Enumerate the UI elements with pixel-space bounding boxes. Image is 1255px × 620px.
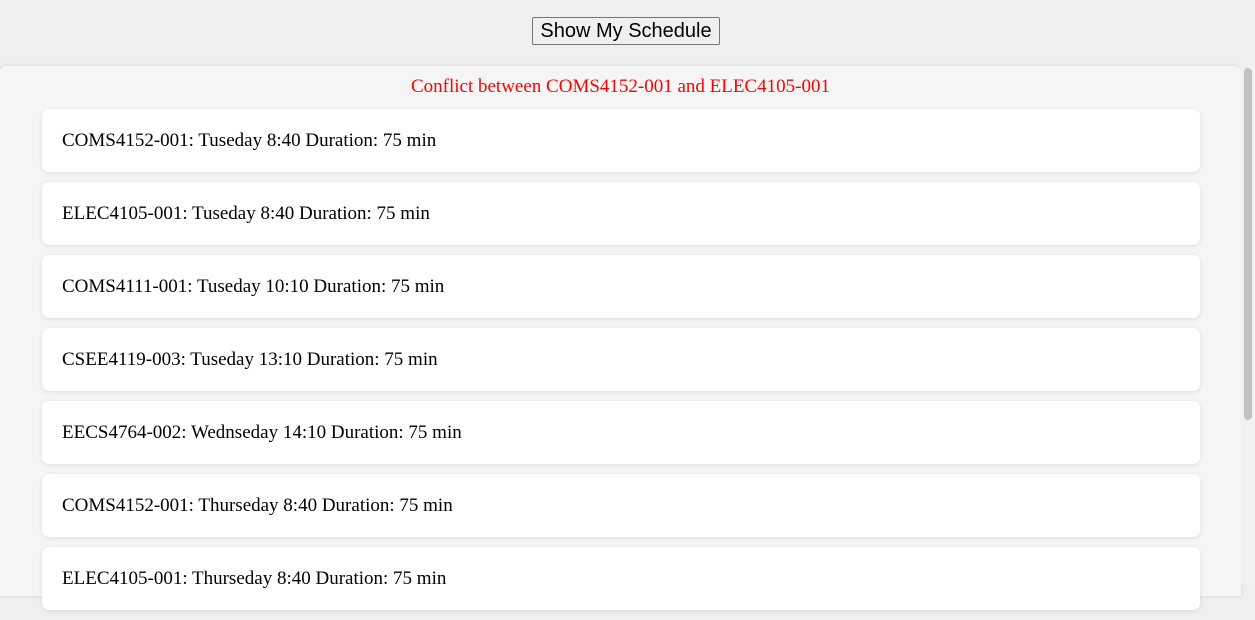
course-card: COMS4111-001: Tuseday 10:10 Duration: 75… (42, 255, 1200, 318)
course-card: CSEE4119-003: Tuseday 13:10 Duration: 75… (42, 328, 1200, 391)
vertical-scrollbar[interactable] (1241, 66, 1255, 584)
course-card: COMS4152-001: Tuseday 8:40 Duration: 75 … (42, 109, 1200, 172)
course-card: ELEC4105-001: Thurseday 8:40 Duration: 7… (42, 547, 1200, 610)
course-list: COMS4152-001: Tuseday 8:40 Duration: 75 … (42, 109, 1200, 620)
show-my-schedule-button[interactable]: Show My Schedule (532, 17, 720, 45)
conflict-message: Conflict between COMS4152-001 and ELEC41… (410, 76, 830, 97)
scrollbar-thumb[interactable] (1244, 68, 1252, 420)
course-card: COMS4152-001: Thurseday 8:40 Duration: 7… (42, 474, 1200, 537)
top-bar: Show My Schedule (0, 0, 1255, 66)
schedule-panel: Conflict between COMS4152-001 and ELEC41… (0, 66, 1241, 610)
course-card: ELEC4105-001: Tuseday 8:40 Duration: 75 … (42, 182, 1200, 245)
course-card: EECS4764-002: Wednseday 14:10 Duration: … (42, 401, 1200, 464)
